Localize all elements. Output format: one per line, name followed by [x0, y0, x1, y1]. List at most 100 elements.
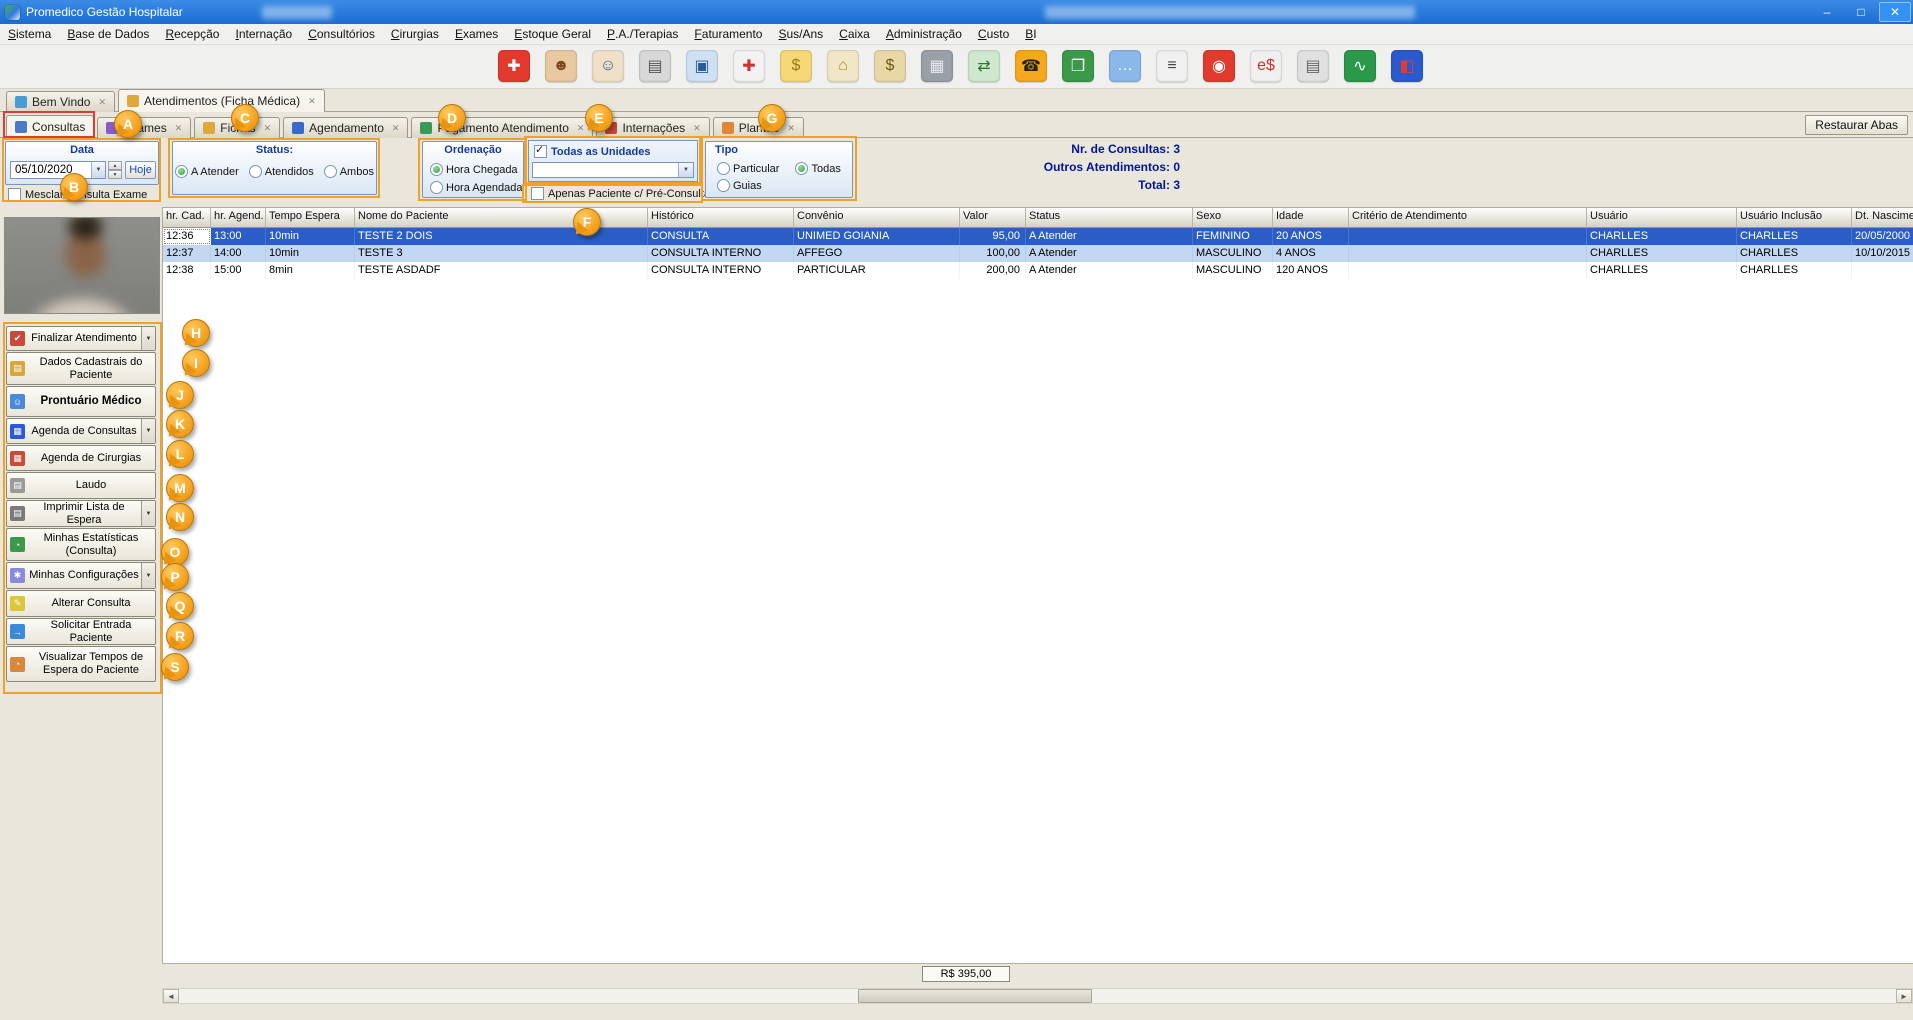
radio-a-atender[interactable]: A Atender: [175, 165, 239, 178]
menu-item-base-de-dados[interactable]: Base de Dados: [59, 24, 157, 44]
column-header-status[interactable]: Status: [1026, 208, 1193, 227]
menu-item-exames[interactable]: Exames: [447, 24, 506, 44]
table-row-2[interactable]: 12:3714:0010minTESTE 3CONSULTA INTERNOAF…: [163, 245, 1913, 262]
print-icon[interactable]: ▤: [639, 50, 671, 82]
laudo-button[interactable]: ▤Laudo: [6, 472, 156, 499]
menu-item-sus-ans[interactable]: Sus/Ans: [770, 24, 831, 44]
close-tab-icon[interactable]: ✕: [308, 96, 316, 107]
bi-icon[interactable]: ◧: [1391, 50, 1423, 82]
visualizar-tempos-de-espera-do-paciente-button[interactable]: ◔Visualizar Tempos de Espera do Paciente: [6, 646, 156, 682]
menu-item-bi[interactable]: BI: [1017, 24, 1044, 44]
hoje-button[interactable]: Hoje: [125, 161, 156, 179]
dropdown-arrow-icon[interactable]: ▼: [141, 327, 155, 350]
sub-tab-internacoes[interactable]: Internações✕: [596, 117, 709, 138]
chat-icon[interactable]: …: [1109, 50, 1141, 82]
money-bag-icon[interactable]: $: [874, 50, 906, 82]
calendar-dropdown-icon[interactable]: ▼: [91, 162, 105, 178]
menu-item-estoque-geral[interactable]: Estoque Geral: [506, 24, 599, 44]
alterar-consulta-button[interactable]: ✎Alterar Consulta: [6, 590, 156, 617]
column-header-idade[interactable]: Idade: [1273, 208, 1349, 227]
professionals-icon[interactable]: ☺: [592, 50, 624, 82]
dropdown-arrow-icon[interactable]: ▼: [141, 419, 155, 443]
menu-item-caixa[interactable]: Caixa: [831, 24, 878, 44]
column-header-convenio[interactable]: Convênio: [794, 208, 960, 227]
menu-item-internacao[interactable]: Internação: [227, 24, 300, 44]
emergency-icon[interactable]: ✚: [498, 50, 530, 82]
close-tab-icon[interactable]: ✕: [693, 123, 701, 134]
payment-house-icon[interactable]: ⌂: [827, 50, 859, 82]
main-tab-atendimentos-ficha-medica[interactable]: Atendimentos (Ficha Médica)✕: [118, 89, 325, 112]
column-header-usuario-inclusao[interactable]: Usuário Inclusão: [1737, 208, 1852, 227]
close-button[interactable]: ✕: [1879, 2, 1911, 22]
menu-item-consultorios[interactable]: Consultórios: [300, 24, 383, 44]
workstation-icon[interactable]: ▣: [686, 50, 718, 82]
patients-icon[interactable]: ☻: [545, 50, 577, 82]
sub-tab-agendamento[interactable]: Agendamento✕: [283, 117, 408, 138]
column-header-usuario[interactable]: Usuário: [1587, 208, 1737, 227]
scroll-left-icon[interactable]: ◄: [163, 989, 179, 1003]
minimize-button[interactable]: –: [1811, 2, 1843, 22]
finance-icon[interactable]: $: [780, 50, 812, 82]
radio-guias[interactable]: Guias: [717, 179, 762, 192]
scroll-right-icon[interactable]: ►: [1896, 989, 1912, 1003]
unidades-dropdown[interactable]: ▼: [532, 162, 694, 178]
spinner-up-icon[interactable]: ▲: [108, 161, 122, 170]
menu-item-custo[interactable]: Custo: [970, 24, 1017, 44]
power-icon[interactable]: ◉: [1203, 50, 1235, 82]
column-header-dt-nascimento[interactable]: Dt. Nascimento: [1852, 208, 1913, 227]
column-header-historico[interactable]: Histórico: [648, 208, 794, 227]
close-tab-icon[interactable]: ✕: [392, 123, 400, 134]
minhas-configuracoes-button[interactable]: ✱Minhas Configurações▼: [6, 562, 156, 589]
column-header-hr-cad[interactable]: hr. Cad.: [163, 208, 211, 227]
date-spinner[interactable]: ▲ ▼: [108, 161, 122, 179]
radio-hora-agendada[interactable]: Hora Agendada: [430, 181, 523, 194]
menu-item-administracao[interactable]: Administração: [878, 24, 970, 44]
column-header-criterio-de-atendimento[interactable]: Critério de Atendimento: [1349, 208, 1587, 227]
column-header-valor[interactable]: Valor: [960, 208, 1026, 227]
agenda-de-cirurgias-button[interactable]: ▦Agenda de Cirurgias: [6, 445, 156, 471]
menu-item-p-a-terapias[interactable]: P.A./Terapias: [599, 24, 686, 44]
horizontal-scrollbar[interactable]: ◄ ►: [162, 988, 1913, 1004]
ambulance-icon[interactable]: ✚: [733, 50, 765, 82]
spinner-down-icon[interactable]: ▼: [108, 170, 122, 179]
menu-item-cirurgias[interactable]: Cirurgias: [383, 24, 447, 44]
restaurar-abas-button[interactable]: Restaurar Abas: [1805, 115, 1908, 135]
column-header-hr-agend[interactable]: hr. Agend.: [211, 208, 266, 227]
radio-particular[interactable]: Particular: [717, 162, 779, 175]
radio-todas[interactable]: Todas: [795, 162, 840, 175]
radio-hora-chegada[interactable]: Hora Chegada: [430, 163, 523, 176]
phone-icon[interactable]: ☎: [1015, 50, 1047, 82]
maximize-button[interactable]: □: [1845, 2, 1877, 22]
close-tab-icon[interactable]: ✕: [264, 123, 272, 134]
dropdown-arrow-icon[interactable]: ▼: [141, 563, 155, 588]
radio-atendidos[interactable]: Atendidos: [249, 165, 314, 178]
table-row-1[interactable]: 12:3613:0010minTESTE 2 DOISCONSULTAUNIME…: [163, 228, 1913, 245]
menu-item-faturamento[interactable]: Faturamento: [686, 24, 770, 44]
main-tab-bem-vindo[interactable]: Bem Vindo✕: [6, 91, 115, 112]
wallet-icon[interactable]: ❒: [1062, 50, 1094, 82]
patient-transfer-icon[interactable]: ⇄: [968, 50, 1000, 82]
menu-item-recepcao[interactable]: Recepção: [157, 24, 227, 44]
vitals-chart-icon[interactable]: ∿: [1344, 50, 1376, 82]
date-input[interactable]: 05/10/2020 ▼: [10, 161, 106, 179]
table-row-3[interactable]: 12:3815:008minTESTE ASDADFCONSULTA INTER…: [163, 262, 1913, 279]
e-billing-icon[interactable]: e$: [1250, 50, 1282, 82]
document-print-icon[interactable]: ▤: [1297, 50, 1329, 82]
solicitar-entrada-paciente-button[interactable]: →Solicitar Entrada Paciente: [6, 618, 156, 645]
minhas-estatisticas-consulta-button[interactable]: ◔Minhas Estatísticas (Consulta): [6, 528, 156, 561]
menu-item-sistema[interactable]: Sistema: [0, 24, 59, 44]
prontuario-medico-button[interactable]: ☺Prontuário Médico: [6, 386, 156, 417]
report-icon[interactable]: ≡: [1156, 50, 1188, 82]
agenda-de-consultas-button[interactable]: ▦Agenda de Consultas▼: [6, 418, 156, 444]
column-header-nome-do-paciente[interactable]: Nome do Paciente: [355, 208, 648, 227]
dados-cadastrais-do-paciente-button[interactable]: ▤Dados Cadastrais do Paciente: [6, 352, 156, 385]
apenas-pre-consulta-checkbox[interactable]: Apenas Paciente c/ Pré-Consulta: [531, 187, 710, 200]
finalizar-atendimento-button[interactable]: ✔Finalizar Atendimento▼: [6, 326, 156, 351]
dropdown-arrow-icon[interactable]: ▼: [141, 501, 155, 526]
safe-icon[interactable]: ▦: [921, 50, 953, 82]
sub-tab-consultas[interactable]: Consultas: [6, 115, 94, 138]
radio-ambos[interactable]: Ambos: [324, 165, 374, 178]
column-header-sexo[interactable]: Sexo: [1193, 208, 1273, 227]
close-tab-icon[interactable]: ✕: [175, 123, 183, 134]
close-tab-icon[interactable]: ✕: [787, 123, 795, 134]
